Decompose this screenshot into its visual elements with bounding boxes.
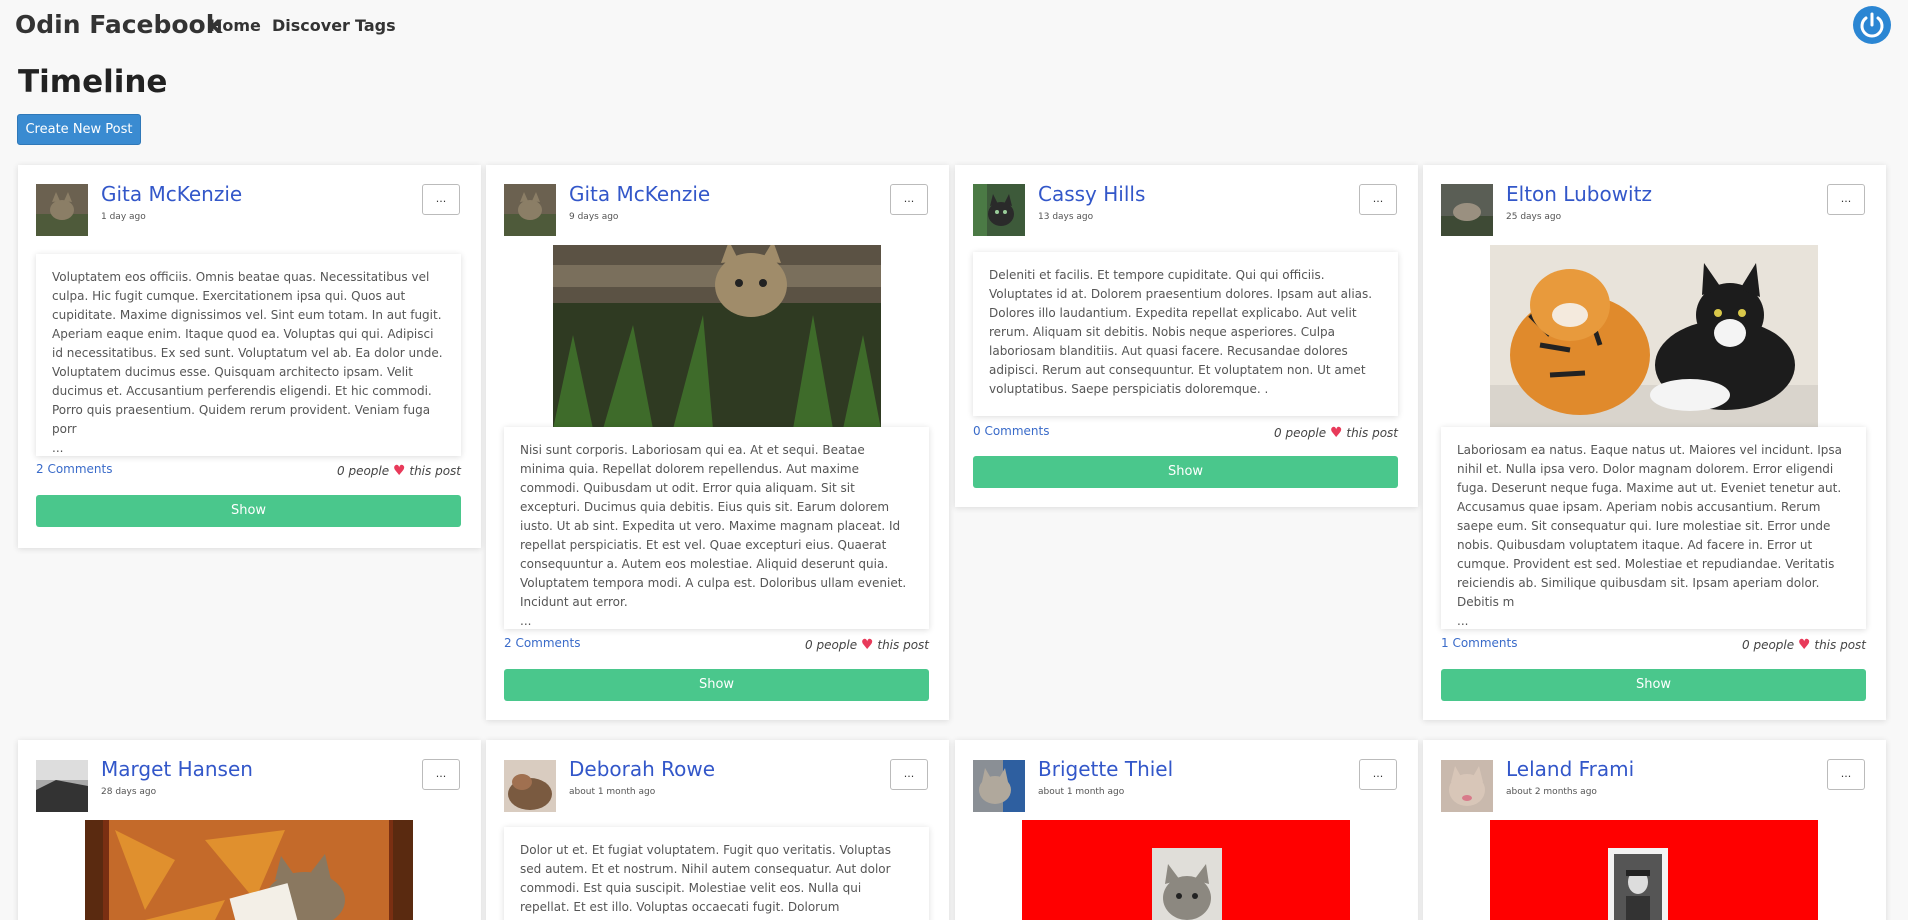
avatar[interactable] [504, 184, 556, 236]
avatar[interactable] [36, 760, 88, 812]
likes-count: 0 people [337, 464, 390, 478]
post-timestamp: about 1 month ago [569, 787, 656, 797]
author-name[interactable]: Gita McKenzie [569, 182, 710, 206]
post-timestamp: 9 days ago [569, 212, 619, 222]
post-text: Laboriosam ea natus. Eaque natus ut. Mai… [1457, 443, 1842, 609]
post-text: Deleniti et facilis. Et tempore cupidita… [989, 268, 1373, 396]
post-menu-button[interactable]: ... [1827, 184, 1865, 215]
likes-count: 0 people [1274, 426, 1327, 440]
likes-suffix: this post [409, 464, 461, 478]
post-menu-button[interactable]: ... [1359, 759, 1397, 790]
post-ellipsis: ... [520, 614, 532, 628]
nav-tags-link[interactable]: Tags [355, 16, 396, 35]
comments-link[interactable]: 0 Comments [973, 424, 1050, 438]
heart-icon[interactable]: ♥ [1798, 637, 1811, 653]
heart-icon[interactable]: ♥ [861, 637, 874, 653]
likes-text: 0 people ♥ this post [337, 463, 461, 479]
author-name[interactable]: Marget Hansen [101, 757, 253, 781]
post-card: Deborah Rowe about 1 month ago ... Dolor… [486, 740, 949, 920]
post-timestamp: 13 days ago [1038, 212, 1094, 222]
author-name[interactable]: Cassy Hills [1038, 182, 1145, 206]
likes-text: 0 people ♥ this post [805, 637, 929, 653]
brand-logo[interactable]: Odin Facebook [15, 10, 222, 39]
post-image [85, 820, 413, 920]
post-menu-button[interactable]: ... [422, 184, 460, 215]
post-card: Gita McKenzie 1 day ago ... Voluptatem e… [18, 165, 481, 548]
likes-text: 0 people ♥ this post [1742, 637, 1866, 653]
post-timestamp: 25 days ago [1506, 212, 1562, 222]
nav-discover-link[interactable]: Discover [272, 16, 350, 35]
post-menu-button[interactable]: ... [422, 759, 460, 790]
avatar[interactable] [36, 184, 88, 236]
post-text: Nisi sunt corporis. Laboriosam qui ea. A… [520, 443, 907, 609]
page-title: Timeline [18, 64, 168, 100]
navbar: Odin Facebook Home Discover Tags [0, 0, 1908, 50]
likes-suffix: this post [1346, 426, 1398, 440]
post-image [1490, 820, 1818, 920]
likes-count: 0 people [805, 638, 858, 652]
power-icon[interactable] [1853, 6, 1891, 44]
avatar[interactable] [1441, 760, 1493, 812]
show-button[interactable]: Show [973, 456, 1398, 488]
likes-text: 0 people ♥ this post [1274, 425, 1398, 441]
author-name[interactable]: Leland Frami [1506, 757, 1634, 781]
post-card: Gita McKenzie 9 days ago ... Nisi sunt c… [486, 165, 949, 720]
post-ellipsis: ... [1457, 614, 1469, 628]
post-text: Voluptatem eos officiis. Omnis beatae qu… [52, 270, 443, 436]
avatar[interactable] [973, 184, 1025, 236]
post-body: Dolor ut et. Et fugiat voluptatem. Fugit… [504, 827, 929, 920]
post-body: Deleniti et facilis. Et tempore cupidita… [973, 252, 1398, 416]
show-button[interactable]: Show [1441, 669, 1866, 701]
post-menu-button[interactable]: ... [1359, 184, 1397, 215]
show-button[interactable]: Show [504, 669, 929, 701]
avatar[interactable] [973, 760, 1025, 812]
post-body: Nisi sunt corporis. Laboriosam qui ea. A… [504, 427, 929, 629]
post-image [1490, 245, 1818, 429]
show-button[interactable]: Show [36, 495, 461, 527]
post-menu-button[interactable]: ... [1827, 759, 1865, 790]
author-name[interactable]: Brigette Thiel [1038, 757, 1173, 781]
post-ellipsis: ... [52, 441, 64, 455]
post-timestamp: 1 day ago [101, 212, 146, 222]
comments-link[interactable]: 2 Comments [504, 636, 581, 650]
post-body: Laboriosam ea natus. Eaque natus ut. Mai… [1441, 427, 1866, 629]
post-card: Marget Hansen 28 days ago ... [18, 740, 481, 920]
avatar[interactable] [1441, 184, 1493, 236]
post-text: Dolor ut et. Et fugiat voluptatem. Fugit… [520, 843, 891, 920]
post-card: Brigette Thiel about 1 month ago ... [955, 740, 1418, 920]
avatar[interactable] [504, 760, 556, 812]
heart-icon[interactable]: ♥ [1330, 425, 1343, 441]
post-image [553, 245, 881, 429]
likes-count: 0 people [1742, 638, 1795, 652]
post-image [1022, 820, 1350, 920]
post-timestamp: about 2 months ago [1506, 787, 1597, 797]
heart-icon[interactable]: ♥ [393, 463, 406, 479]
post-menu-button[interactable]: ... [890, 184, 928, 215]
likes-suffix: this post [1814, 638, 1866, 652]
comments-link[interactable]: 1 Comments [1441, 636, 1518, 650]
post-timestamp: 28 days ago [101, 787, 157, 797]
post-menu-button[interactable]: ... [890, 759, 928, 790]
author-name[interactable]: Deborah Rowe [569, 757, 715, 781]
create-post-button[interactable]: Create New Post [17, 114, 141, 145]
post-card: Leland Frami about 2 months ago ... [1423, 740, 1886, 920]
comments-link[interactable]: 2 Comments [36, 462, 113, 476]
author-name[interactable]: Gita McKenzie [101, 182, 242, 206]
post-card: Elton Lubowitz 25 days ago ... Laboriosa… [1423, 165, 1886, 720]
post-timestamp: about 1 month ago [1038, 787, 1125, 797]
author-name[interactable]: Elton Lubowitz [1506, 182, 1652, 206]
likes-suffix: this post [877, 638, 929, 652]
nav-home-link[interactable]: Home [209, 16, 261, 35]
post-body: Voluptatem eos officiis. Omnis beatae qu… [36, 254, 461, 456]
post-card: Cassy Hills 13 days ago ... Deleniti et … [955, 165, 1418, 507]
